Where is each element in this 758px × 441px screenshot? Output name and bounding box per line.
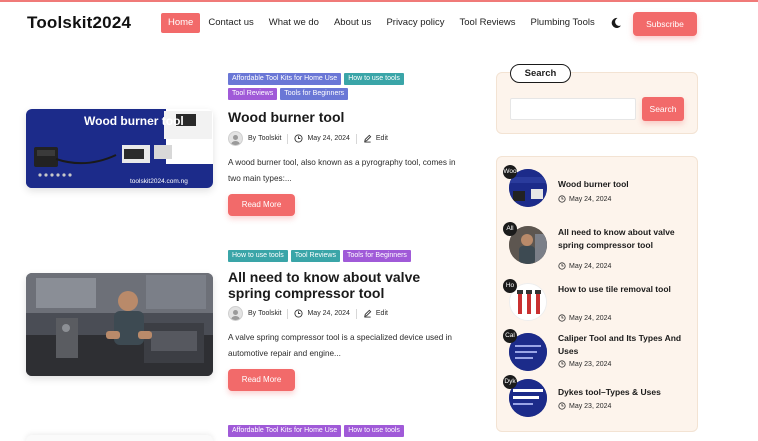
nav-home[interactable]: Home — [161, 13, 201, 33]
clock-icon — [558, 360, 566, 368]
recent-post-item[interactable]: Dyk Dykes tool–Types & Uses May 23, 2024 — [503, 375, 693, 421]
recent-post-badge: All — [503, 222, 517, 236]
post-3-tags: Affordable Tool Kits for Home Use How to… — [228, 425, 438, 437]
meta-divider — [287, 308, 289, 319]
clock-icon — [558, 402, 566, 410]
nav-tool-reviews[interactable]: Tool Reviews — [453, 13, 523, 33]
post-1-read-more-button[interactable]: Read More — [228, 194, 295, 216]
tag-tool-reviews[interactable]: Tool Reviews — [290, 250, 340, 262]
author-name[interactable]: Toolskit — [258, 135, 281, 142]
clock-icon — [558, 262, 566, 270]
recent-post-item[interactable]: Woo Wood burner tool May 24, 2024 — [503, 165, 693, 211]
author-avatar-icon — [228, 131, 243, 146]
recent-post-badge: Cal — [503, 329, 517, 343]
recent-post-date: May 24, 2024 — [558, 195, 611, 203]
edit-link[interactable]: Edit — [376, 310, 388, 317]
nav-what-we-do[interactable]: What we do — [262, 13, 326, 33]
recent-post-title[interactable]: Wood burner tool — [558, 178, 688, 191]
nav-privacy-policy[interactable]: Privacy policy — [379, 13, 451, 33]
subscribe-button[interactable]: Subscribe — [633, 12, 697, 36]
meta-divider — [355, 308, 357, 319]
edit-pencil-icon — [364, 309, 372, 318]
post-3-thumbnail[interactable] — [26, 435, 213, 441]
clock-icon — [294, 134, 304, 143]
author-avatar-icon — [228, 306, 243, 321]
post-1-meta: By Toolskit May 24, 2024 Edit — [228, 131, 388, 146]
tag-affordable-tool-kits[interactable]: Affordable Tool Kits for Home Use — [228, 425, 342, 437]
recent-post-badge: Woo — [503, 165, 517, 179]
tag-how-to-use-tools[interactable]: How to use tools — [344, 73, 404, 85]
author-name[interactable]: Toolskit — [258, 310, 281, 317]
post-2-thumbnail[interactable] — [26, 273, 213, 376]
recent-post-date: May 23, 2024 — [558, 360, 611, 368]
recent-post-badge: Dyk — [503, 375, 517, 389]
author-prefix: By — [248, 310, 257, 317]
tag-tools-for-beginners[interactable]: Tools for Beginners — [343, 250, 411, 262]
post-1-tags: Affordable Tool Kits for Home Use How to… — [228, 73, 438, 100]
recent-post-date: May 24, 2024 — [558, 314, 611, 322]
nav-contact-us[interactable]: Contact us — [201, 13, 260, 33]
post-date: May 24, 2024 — [307, 135, 350, 142]
tag-tools-for-beginners[interactable]: Tools for Beginners — [280, 88, 349, 100]
nav-plumbing-tools[interactable]: Plumbing Tools — [523, 13, 601, 33]
search-button[interactable]: Search — [642, 97, 684, 121]
recent-post-title[interactable]: Dykes tool–Types & Uses — [558, 386, 688, 399]
post-1-excerpt: A wood burner tool, also known as a pyro… — [228, 158, 456, 183]
author-prefix: By — [248, 135, 257, 142]
post-1-title[interactable]: Wood burner tool — [228, 109, 463, 125]
nav-about-us[interactable]: About us — [327, 13, 379, 33]
main-nav: Home Contact us What we do About us Priv… — [161, 13, 603, 33]
post-2-title[interactable]: All need to know about valve spring comp… — [228, 269, 463, 301]
search-widget-title: Search — [510, 64, 571, 83]
post-2-excerpt: A valve spring compressor tool is a spec… — [228, 333, 452, 358]
post-1-thumbnail[interactable]: Wood burner tool toolskit2024.com.ng — [26, 109, 213, 188]
post-2-tags: How to use tools Tool Reviews Tools for … — [228, 250, 438, 262]
clock-icon — [558, 195, 566, 203]
recent-post-badge: Ho — [503, 279, 517, 293]
recent-post-item[interactable]: Ho How to use tile removal tool May 24, … — [503, 279, 693, 325]
recent-post-date: May 23, 2024 — [558, 402, 611, 410]
top-accent-line — [0, 0, 758, 2]
recent-post-date: May 24, 2024 — [558, 262, 611, 270]
search-input[interactable] — [510, 98, 636, 120]
clock-icon — [294, 309, 304, 318]
clock-icon — [558, 314, 566, 322]
post-date: May 24, 2024 — [307, 310, 350, 317]
recent-post-title[interactable]: Caliper Tool and Its Types And Uses — [558, 332, 688, 358]
recent-post-title[interactable]: All need to know about valve spring comp… — [558, 226, 688, 252]
meta-divider — [355, 133, 357, 144]
post-2-meta: By Toolskit May 24, 2024 Edit — [228, 306, 388, 321]
tag-tool-reviews[interactable]: Tool Reviews — [228, 88, 278, 100]
meta-divider — [287, 133, 289, 144]
tag-how-to-use-tools[interactable]: How to use tools — [344, 425, 404, 437]
recent-post-title[interactable]: How to use tile removal tool — [558, 283, 688, 296]
edit-link[interactable]: Edit — [376, 135, 388, 142]
recent-post-item[interactable]: All All need to know about valve spring … — [503, 222, 693, 270]
thumb-title-line1: Wood burner tool — [84, 114, 184, 128]
tag-how-to-use-tools[interactable]: How to use tools — [228, 250, 288, 262]
recent-post-item[interactable]: Cal Caliper Tool and Its Types And Uses … — [503, 329, 693, 375]
post-2-read-more-button[interactable]: Read More — [228, 369, 295, 391]
edit-pencil-icon — [364, 134, 372, 143]
tag-affordable-tool-kits[interactable]: Affordable Tool Kits for Home Use — [228, 73, 342, 85]
dark-mode-moon-icon[interactable] — [610, 17, 622, 29]
site-logo[interactable]: Toolskit2024 — [27, 13, 131, 33]
thumb-url: toolskit2024.com.ng — [130, 178, 188, 185]
